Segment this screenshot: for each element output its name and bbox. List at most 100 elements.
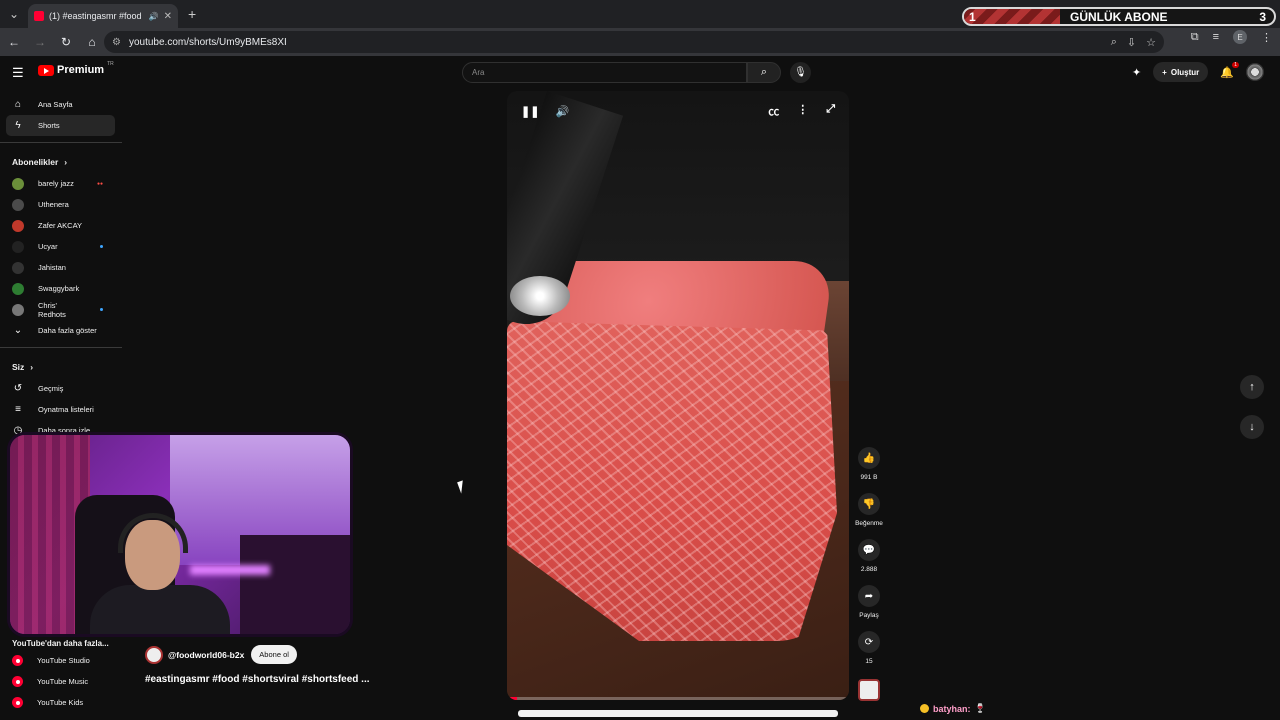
address-bar[interactable]: ⚙ youtube.com/shorts/Um9yBMEs8XI ⌕ ⇩ ☆ xyxy=(104,31,1164,53)
sidebar-channel-swaggybark[interactable]: Swaggybark xyxy=(0,278,115,299)
divider xyxy=(0,347,122,348)
sidebar-channel-zafer-akcay[interactable]: Zafer AKCAY xyxy=(0,215,115,236)
sidebar-channel-ucyar[interactable]: Ucyar xyxy=(0,236,115,257)
channel-avatar[interactable] xyxy=(145,645,163,664)
previous-short-arrow-icon[interactable]: ↑ xyxy=(1240,375,1264,399)
you-heading[interactable]: Siz › xyxy=(0,356,122,378)
video-progress-bar[interactable] xyxy=(507,697,849,700)
channel-name[interactable]: @foodworld06-b2x xyxy=(168,650,244,660)
video-title[interactable]: #eastingasmr #food #shortsviral #shortsf… xyxy=(145,674,370,685)
fullscreen-icon[interactable]: ⤢ xyxy=(826,103,835,119)
widget-label: GÜNLÜK ABONE xyxy=(1070,9,1168,24)
microphone-icon[interactable]: 🎙 xyxy=(790,62,811,83)
browser-toolbar: ← → ↻ ⌂ ⚙ youtube.com/shorts/Um9yBMEs8XI… xyxy=(0,28,1280,56)
search-input[interactable]: Ara xyxy=(462,62,747,83)
site-info-icon[interactable]: ⚙ xyxy=(112,37,121,48)
share-icon[interactable]: ➦ xyxy=(858,585,880,607)
youtube-kids-icon xyxy=(12,697,23,708)
sidebar-item-label: Ana Sayfa xyxy=(38,100,73,109)
channel-avatar xyxy=(12,282,24,295)
widget-left-value: 1 xyxy=(964,9,1060,24)
sidebar-channel-jahistan[interactable]: Jahistan xyxy=(0,257,115,278)
back-icon[interactable]: ← xyxy=(2,30,26,54)
sidebar-channel-uthenera[interactable]: Uthenera xyxy=(0,194,115,215)
home-icon[interactable]: ⌂ xyxy=(80,30,104,54)
forward-icon[interactable]: → xyxy=(28,30,52,54)
sidebar-item-kids[interactable]: YouTube Kids xyxy=(0,692,115,713)
youtube-play-icon xyxy=(38,64,54,76)
video-channel-row: @foodworld06-b2x Abone ol xyxy=(145,645,297,664)
extensions-icon[interactable]: ⧉ xyxy=(1191,31,1199,44)
close-tab-icon[interactable]: ✕ xyxy=(164,11,172,22)
chrome-menu-icon[interactable]: ⋮ xyxy=(1261,31,1272,44)
dislike-icon[interactable]: 👎 xyxy=(858,493,880,515)
tab-search-icon[interactable]: ⌄ xyxy=(0,0,28,28)
sidebar-item-playlists[interactable]: ≡ Oynatma listeleri xyxy=(0,399,115,420)
captions-icon[interactable]: ㏄ xyxy=(768,103,779,119)
pause-icon[interactable]: ❚❚ xyxy=(521,105,539,118)
media-control-icon[interactable]: ≡ xyxy=(1213,31,1219,43)
install-icon[interactable]: ⇩ xyxy=(1127,36,1136,49)
home-icon: ⌂ xyxy=(14,99,22,110)
more-options-icon[interactable]: ⋮ xyxy=(797,103,808,119)
hamburger-menu-icon[interactable]: ☰ xyxy=(12,65,24,81)
history-icon: ↺ xyxy=(13,383,23,394)
sidebar-more-from-youtube: YouTube'dan daha fazla... YouTube Studio… xyxy=(0,636,122,713)
show-more-button[interactable]: ⌄ Daha fazla göster xyxy=(0,320,115,341)
player-controls: ❚❚ 🔊 ㏄ ⋮ ⤢ xyxy=(507,91,849,131)
sidebar-item-studio[interactable]: YouTube Studio xyxy=(0,650,115,671)
subscribe-button[interactable]: Abone ol xyxy=(251,645,297,664)
channel-avatar xyxy=(12,240,24,253)
new-tab-icon[interactable]: + xyxy=(188,6,196,22)
remix-icon[interactable]: ⟳ xyxy=(858,631,880,653)
zoom-icon[interactable]: ⌕ xyxy=(1111,36,1117,49)
magic-wand-icon[interactable]: ✦ xyxy=(1132,66,1141,79)
browser-tab[interactable]: (1) #eastingasmr #food #sho 🔊 ✕ xyxy=(28,4,178,28)
logo-region: TR xyxy=(107,61,114,67)
sidebar-item-home[interactable]: ⌂ Ana Sayfa xyxy=(0,94,115,115)
chevron-right-icon: › xyxy=(30,362,34,372)
create-label: Oluştur xyxy=(1170,67,1200,77)
sidebar-item-history[interactable]: ↺ Geçmiş xyxy=(0,378,115,399)
channel-avatar xyxy=(12,219,24,232)
sidebar-item-shorts[interactable]: ϟ Shorts xyxy=(6,115,115,136)
next-short-arrow-icon[interactable]: ↓ xyxy=(1240,415,1264,439)
webcam-led-strip xyxy=(190,565,270,575)
account-avatar[interactable] xyxy=(1246,63,1264,81)
tab-title: (1) #eastingasmr #food #sho xyxy=(49,11,144,21)
sidebar-channel-chris-redhots[interactable]: Chris' Redhots xyxy=(0,299,115,320)
sound-thumbnail[interactable] xyxy=(858,679,880,701)
sidebar-item-music[interactable]: YouTube Music xyxy=(0,671,115,692)
video-knife xyxy=(510,276,570,316)
notification-count: 1 xyxy=(1232,61,1239,68)
chat-message-text: 🍷 xyxy=(974,703,986,713)
url-text: youtube.com/shorts/Um9yBMEs8XI xyxy=(128,36,287,48)
sidebar-channel-barely-jazz[interactable]: barely jazz ●● xyxy=(0,173,115,194)
shorts-navigation: ↑ ↓ xyxy=(1240,375,1264,439)
widget-right-value: 3 xyxy=(1259,9,1266,24)
channel-name: Uthenera xyxy=(38,200,69,209)
sidebar-item-label: Geçmiş xyxy=(38,384,64,393)
youtube-favicon-icon xyxy=(34,11,44,21)
like-icon[interactable]: 👍 xyxy=(858,447,880,469)
chevron-down-icon: ⌄ xyxy=(13,325,23,336)
new-content-dot xyxy=(100,245,103,248)
speaker-icon[interactable]: 🔊 xyxy=(149,12,159,21)
youtube-music-icon xyxy=(12,676,23,687)
youtube-logo[interactable]: Premium TR xyxy=(38,61,114,76)
shorts-player[interactable]: ❚❚ 🔊 ㏄ ⋮ ⤢ xyxy=(507,91,849,700)
notifications-bell-icon[interactable]: 🔔 1 xyxy=(1220,61,1239,79)
stream-chat-message: batyhan: 🍷 xyxy=(920,703,986,714)
subscriptions-heading[interactable]: Abonelikler › xyxy=(0,151,122,173)
bookmark-star-icon[interactable]: ☆ xyxy=(1146,36,1156,49)
create-button[interactable]: + Oluştur xyxy=(1153,62,1209,82)
more-from-youtube-heading: YouTube'dan daha fazla... xyxy=(12,638,109,648)
search-icon[interactable]: ⌕ xyxy=(747,62,781,83)
reload-icon[interactable]: ↻ xyxy=(54,30,78,54)
profile-avatar[interactable]: E xyxy=(1233,30,1247,44)
sidebar-item-label: Oynatma listeleri xyxy=(38,405,94,414)
comment-icon[interactable]: 💬 xyxy=(858,539,880,561)
volume-icon[interactable]: 🔊 xyxy=(555,105,569,118)
shorts-actions: 👍 991 B 👎 Beğenme 💬 2.888 ➦ Paylaş ⟳ 15 xyxy=(855,447,883,701)
channel-avatar xyxy=(12,177,24,190)
